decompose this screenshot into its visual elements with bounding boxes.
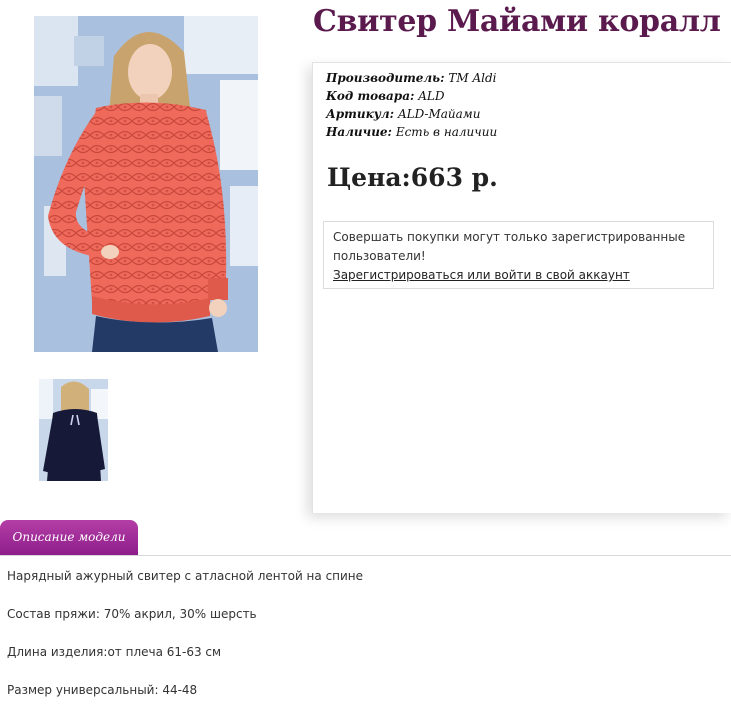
register-login-link[interactable]: Зарегистрироваться или войти в свой акка… (333, 268, 630, 282)
thumbnail-back-view[interactable] (39, 379, 108, 481)
product-meta: Производитель: TM Aldi Код товара: ALD А… (326, 69, 497, 141)
manufacturer-row: Производитель: TM Aldi (326, 69, 497, 87)
availability-row: Наличие: Есть в наличии (326, 123, 497, 141)
login-notice-text: Совершать покупки могут только зарегистр… (333, 230, 686, 263)
description-line: Размер универсальный: 44-48 (7, 683, 198, 697)
model-in-sweater-illustration (34, 16, 258, 352)
meta-value: Есть в наличии (395, 125, 498, 139)
description-line: Состав пряжи: 70% акрил, 30% шерсть (7, 607, 257, 621)
login-notice: Совершать покупки могут только зарегистр… (323, 221, 714, 289)
meta-label: Производитель: (326, 71, 445, 85)
product-title: Свитер Майами коралл (313, 4, 721, 39)
meta-label: Артикул: (326, 107, 395, 121)
meta-value: ALD (418, 89, 445, 103)
back-view-illustration (39, 379, 108, 481)
meta-value: TM Aldi (448, 71, 497, 85)
description-content: Нарядный ажурный свитер с атласной ленто… (7, 567, 363, 719)
product-info-panel: Производитель: TM Aldi Код товара: ALD А… (312, 62, 731, 513)
description-line: Нарядный ажурный свитер с атласной ленто… (7, 569, 364, 583)
description-line: Длина изделия:от плеча 61-63 см (7, 645, 222, 659)
meta-label: Наличие: (326, 125, 392, 139)
tab-divider (0, 555, 731, 556)
meta-value: ALD-Майами (397, 107, 481, 121)
main-product-image[interactable] (34, 16, 258, 352)
sku-row: Артикул: ALD-Майами (326, 105, 497, 123)
tab-model-description[interactable]: Описание модели (0, 520, 138, 555)
meta-label: Код товара: (326, 89, 415, 103)
product-code-row: Код товара: ALD (326, 87, 497, 105)
product-price: Цена:663 р. (327, 163, 498, 192)
